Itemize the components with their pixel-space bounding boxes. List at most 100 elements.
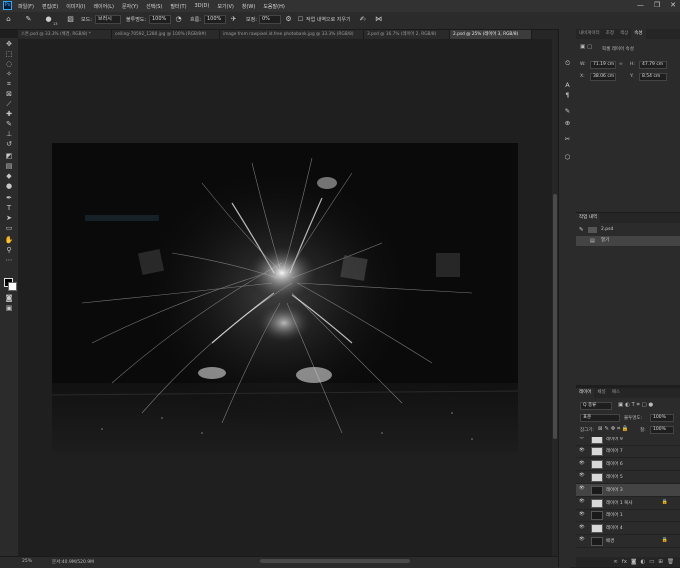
- layer-filter-icons[interactable]: ▣ ◐ T ⌗ ▢ ●: [618, 402, 653, 409]
- tab-color[interactable]: 색상: [617, 29, 631, 39]
- tab-adjustments[interactable]: 조정: [603, 29, 617, 39]
- horizontal-scroll-thumb[interactable]: [260, 559, 410, 563]
- visibility-eye-icon[interactable]: 👁: [579, 499, 585, 504]
- gradient-tool-icon[interactable]: ▤: [4, 162, 14, 170]
- visibility-eye-icon[interactable]: 👁: [579, 448, 585, 453]
- history-brush-tool-icon[interactable]: ↺: [4, 140, 14, 148]
- lock-options-icons[interactable]: ⊠ ✎ ✥ ⌗ 🔒: [598, 426, 629, 433]
- brush-preset-icon[interactable]: ●: [44, 15, 53, 24]
- new-group-icon[interactable]: ▭: [649, 557, 654, 567]
- smoothing-input[interactable]: 0%: [259, 15, 281, 24]
- close-icon[interactable]: ✕: [670, 1, 676, 9]
- background-color-swatch[interactable]: [8, 282, 17, 291]
- dodge-tool-icon[interactable]: ●: [4, 182, 14, 190]
- vertical-scroll-thumb[interactable]: [553, 194, 557, 439]
- add-mask-icon[interactable]: ◙: [631, 557, 636, 567]
- clone-source-icon[interactable]: ⊕: [563, 119, 572, 128]
- layer-name[interactable]: 레이어 3: [606, 487, 623, 493]
- history-brush-source-icon[interactable]: ✎: [579, 225, 584, 235]
- layer-thumbnail[interactable]: [591, 511, 603, 521]
- height-input[interactable]: 47.79 cm: [639, 61, 667, 69]
- hand-tool-icon[interactable]: ✋: [4, 236, 14, 244]
- y-input[interactable]: 8.54 cm: [639, 73, 667, 81]
- layer-thumbnail[interactable]: [591, 460, 603, 470]
- visibility-eye-icon[interactable]: 👁: [579, 461, 585, 466]
- visibility-eye-icon[interactable]: 👁: [579, 525, 585, 530]
- layer-style-icon[interactable]: fx: [622, 557, 627, 567]
- move-tool-icon[interactable]: ✥: [4, 40, 14, 48]
- flow-input[interactable]: 100%: [204, 15, 226, 24]
- width-input[interactable]: 71.19 cm: [590, 61, 616, 69]
- link-icon[interactable]: ∞: [619, 62, 623, 67]
- tab-photobank-jpg[interactable]: image from rawpixel.id.free photobank.jp…: [220, 30, 364, 39]
- x-input[interactable]: 38.06 cm: [590, 73, 616, 81]
- layer-row[interactable]: 👁 배경 🔒: [576, 535, 680, 548]
- more-tools-icon[interactable]: ⋯: [4, 256, 14, 264]
- menu-view[interactable]: 보기(V): [217, 3, 234, 10]
- tab-paths[interactable]: 패스: [609, 388, 623, 398]
- clone-stamp-tool-icon[interactable]: ⊥: [4, 130, 14, 138]
- menu-edit[interactable]: 편집(E): [42, 3, 58, 10]
- visibility-eye-icon[interactable]: 👁: [579, 473, 585, 478]
- brush-tool-icon[interactable]: ✎: [4, 120, 14, 128]
- paragraph-icon[interactable]: ¶: [563, 91, 572, 100]
- layer-row[interactable]: 👁 레이어 4: [576, 523, 680, 536]
- layer-thumbnail[interactable]: [591, 447, 603, 457]
- opacity-input[interactable]: 100%: [149, 15, 171, 24]
- history-snapshot[interactable]: ✎ 2.psd: [576, 225, 680, 235]
- restore-icon[interactable]: ❐: [654, 1, 660, 9]
- rectangle-tool-icon[interactable]: ▭: [4, 224, 14, 232]
- brush-settings-panel-icon[interactable]: ✎: [563, 107, 572, 116]
- delete-layer-icon[interactable]: 🗑: [667, 557, 674, 567]
- menu-3d[interactable]: 3D(D): [195, 3, 210, 9]
- layer-row[interactable]: 👁 레이어 9: [576, 437, 680, 446]
- frame-tool-icon[interactable]: ⊠: [4, 90, 14, 98]
- layer-name[interactable]: 레이어 7: [606, 448, 623, 454]
- menu-filter[interactable]: 필터(T): [170, 3, 186, 10]
- tab-layers[interactable]: 레이어: [576, 388, 595, 398]
- crop-tool-icon[interactable]: ⌗: [4, 80, 14, 88]
- visibility-eye-icon[interactable]: 👁: [579, 486, 585, 491]
- layer-name[interactable]: 레이어 4: [606, 525, 623, 531]
- layer-name[interactable]: 레이어 1: [606, 512, 623, 518]
- layer-name[interactable]: 레이어 9: [606, 437, 623, 442]
- new-layer-icon[interactable]: ⊞: [658, 557, 663, 567]
- blend-mode-select[interactable]: 표준: [580, 414, 620, 422]
- tab-history[interactable]: 작업 내역: [576, 213, 600, 223]
- pressure-opacity-icon[interactable]: ◔: [174, 15, 183, 24]
- path-selection-tool-icon[interactable]: ➤: [4, 214, 14, 222]
- layer-kind-filter[interactable]: Q 종류: [580, 402, 612, 410]
- mode-select[interactable]: 브러시: [95, 15, 121, 24]
- layer-row[interactable]: 👁 레이어 1: [576, 510, 680, 523]
- marquee-tool-icon[interactable]: ⬚: [4, 50, 14, 58]
- fill-input[interactable]: 100%: [650, 426, 674, 434]
- eyedropper-tool-icon[interactable]: ⟋: [4, 100, 14, 108]
- layer-name[interactable]: 레이어 6: [606, 461, 623, 467]
- layer-name[interactable]: 배경: [606, 538, 614, 544]
- magic-wand-tool-icon[interactable]: ✧: [4, 70, 14, 78]
- visibility-eye-icon[interactable]: 👁: [579, 512, 585, 517]
- tab-stone-psd[interactable]: 스톤.psd @ 33.3% (배경, RGB/8) *: [18, 30, 112, 39]
- character-icon[interactable]: A: [563, 81, 572, 90]
- photoshop-logo-icon[interactable]: Ps: [3, 1, 12, 10]
- history-checkbox[interactable]: ☐: [296, 15, 305, 24]
- history-icon[interactable]: ⏲: [563, 59, 572, 68]
- menu-file[interactable]: 파일(F): [18, 3, 34, 10]
- layer-name[interactable]: 레이어 5: [606, 474, 623, 480]
- layer-row[interactable]: 👁 레이어 1 복사 🔒: [576, 497, 680, 510]
- history-step[interactable]: ▤ 열기: [576, 236, 680, 246]
- tab-ceiling-jpg[interactable]: ceiling-70592_1280.jpg @ 100% (RGB/8#): [112, 30, 220, 39]
- screen-mode-icon[interactable]: ▣: [4, 304, 14, 312]
- layer-row[interactable]: 👁 레이어 5: [576, 471, 680, 484]
- menu-type[interactable]: 문자(Y): [122, 3, 138, 10]
- healing-brush-tool-icon[interactable]: ✚: [4, 110, 14, 118]
- menu-window[interactable]: 창(W): [242, 3, 255, 10]
- layer-thumbnail[interactable]: [591, 437, 603, 444]
- airbrush-icon[interactable]: ✈: [229, 15, 238, 24]
- layer-row[interactable]: 👁 레이어 6: [576, 459, 680, 472]
- layer-row[interactable]: 👁 레이어 3: [576, 484, 680, 497]
- layer-thumbnail[interactable]: [591, 536, 603, 546]
- layer-row[interactable]: 👁 레이어 7: [576, 446, 680, 459]
- minimize-icon[interactable]: —: [637, 1, 644, 9]
- lasso-tool-icon[interactable]: ◌: [4, 60, 14, 68]
